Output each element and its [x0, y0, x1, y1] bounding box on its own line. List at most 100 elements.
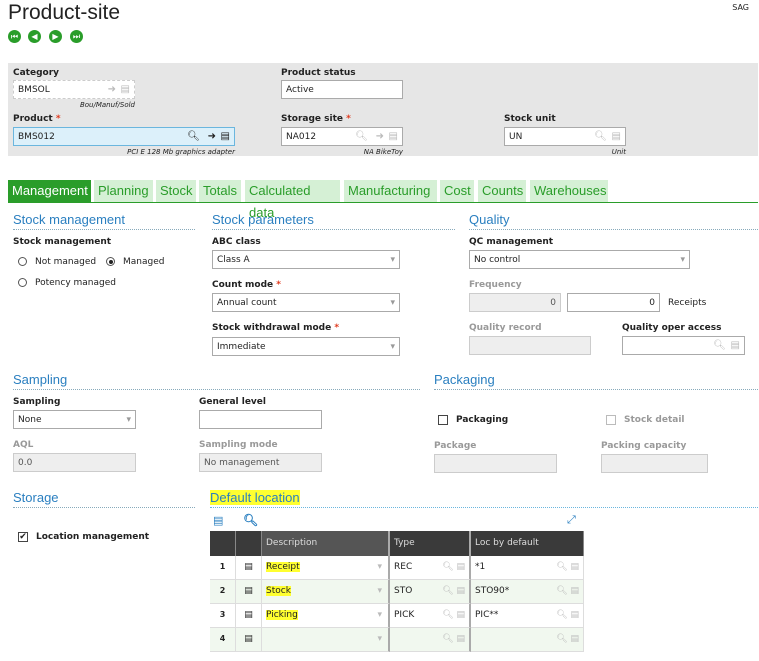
- aql-label: AQL: [13, 440, 34, 450]
- radio-label: Managed: [123, 257, 165, 267]
- product-field[interactable]: BMS012 🔍︎ ➜ ▤: [13, 127, 235, 146]
- loc-cell[interactable]: STO90* 🔍︎ ▤: [471, 580, 584, 604]
- stock-unit-field[interactable]: UN 🔍︎ ▤: [504, 127, 626, 146]
- search-icon[interactable]: 🔍︎: [243, 513, 258, 527]
- row-detail-icon[interactable]: ▤: [236, 556, 262, 580]
- page-title: Product-site: [8, 1, 121, 24]
- detail-icon[interactable]: ▤: [389, 131, 398, 143]
- search-icon[interactable]: 🔍︎ ▤: [442, 586, 465, 596]
- description-cell[interactable]: Receipt ▾: [262, 556, 390, 580]
- tab-management[interactable]: Management: [8, 180, 91, 202]
- tab-stock[interactable]: Stock: [156, 180, 196, 202]
- count-mode-select[interactable]: Annual count: [212, 293, 400, 312]
- search-icon[interactable]: 🔍︎: [594, 131, 607, 143]
- radio-potency-managed[interactable]: [18, 278, 27, 287]
- description-cell[interactable]: ▾: [262, 628, 390, 652]
- type-cell[interactable]: 🔍︎ ▤: [390, 628, 471, 652]
- first-icon[interactable]: ⏮: [8, 30, 21, 43]
- product-status-field[interactable]: Active: [281, 80, 403, 99]
- quality-record-label: Quality record: [469, 323, 542, 333]
- expand-icon[interactable]: ⤢: [567, 513, 576, 527]
- detail-icon[interactable]: ▤: [121, 84, 130, 96]
- required-marker: *: [276, 280, 282, 290]
- frequency-receipts-field[interactable]: 0: [567, 293, 660, 312]
- detail-icon[interactable]: ▤: [731, 340, 740, 352]
- withdrawal-mode-select[interactable]: Immediate: [212, 337, 400, 356]
- divider: [469, 229, 758, 230]
- previous-icon[interactable]: ◀: [28, 30, 41, 43]
- search-icon[interactable]: 🔍︎ ▤: [556, 562, 579, 572]
- qc-management-select[interactable]: No control: [469, 250, 690, 269]
- table-row[interactable]: 3 ▤ Picking ▾ PICK 🔍︎ ▤ PIC** 🔍︎ ▤: [210, 604, 584, 628]
- row-detail-icon[interactable]: ▤: [236, 604, 262, 628]
- tab-cost[interactable]: Cost: [440, 180, 474, 202]
- search-icon[interactable]: 🔍︎ ▤: [442, 634, 465, 644]
- description-value: Stock: [266, 586, 291, 596]
- chevron-down-icon[interactable]: ▾: [377, 634, 382, 644]
- sampling-select[interactable]: None: [13, 410, 136, 429]
- search-icon[interactable]: 🔍︎: [187, 131, 200, 143]
- row-detail-icon[interactable]: ▤: [236, 580, 262, 604]
- type-cell[interactable]: REC 🔍︎ ▤: [390, 556, 471, 580]
- header-type[interactable]: Type: [390, 531, 471, 556]
- loc-cell[interactable]: *1 🔍︎ ▤: [471, 556, 584, 580]
- required-marker: *: [334, 323, 340, 333]
- stock-detail-label: Stock detail: [624, 415, 685, 425]
- aql-field: 0.0: [13, 453, 136, 472]
- category-field[interactable]: BMSOL ➜ ▤: [13, 80, 135, 99]
- next-icon[interactable]: ▶: [49, 30, 62, 43]
- header-num: [210, 531, 236, 556]
- search-icon[interactable]: 🔍︎: [355, 131, 368, 143]
- frequency-label: Frequency: [469, 280, 522, 290]
- search-icon[interactable]: 🔍︎ ▤: [556, 610, 579, 620]
- chevron-down-icon[interactable]: ▾: [377, 586, 382, 596]
- radio-managed[interactable]: [106, 257, 115, 266]
- header-description[interactable]: Description: [262, 531, 390, 556]
- tab-calculated-data[interactable]: Calculated data: [245, 180, 340, 220]
- description-cell[interactable]: Stock ▾: [262, 580, 390, 604]
- loc-cell[interactable]: PIC** 🔍︎ ▤: [471, 604, 584, 628]
- general-level-field[interactable]: [199, 410, 322, 429]
- tab-counts[interactable]: Counts: [478, 180, 526, 202]
- search-icon[interactable]: 🔍︎ ▤: [556, 586, 579, 596]
- type-cell[interactable]: STO 🔍︎ ▤: [390, 580, 471, 604]
- abc-class-select[interactable]: Class A: [212, 250, 400, 269]
- description-cell[interactable]: Picking ▾: [262, 604, 390, 628]
- packaging-checkbox[interactable]: [438, 415, 448, 425]
- search-icon[interactable]: 🔍︎ ▤: [442, 610, 465, 620]
- product-value: BMS012: [18, 132, 55, 142]
- package-field: [434, 454, 557, 473]
- header-loc[interactable]: Loc by default: [471, 531, 584, 556]
- chevron-down-icon[interactable]: ▾: [377, 562, 382, 572]
- last-icon[interactable]: ⏭: [70, 30, 83, 43]
- table-row[interactable]: 1 ▤ Receipt ▾ REC 🔍︎ ▤ *1 🔍︎ ▤: [210, 556, 584, 580]
- storage-site-field[interactable]: NA012 🔍︎ ➜ ▤: [281, 127, 403, 146]
- sampling-label: Sampling: [13, 397, 61, 407]
- row-detail-icon[interactable]: ▤: [236, 628, 262, 652]
- quality-oper-label: Quality oper access: [622, 323, 722, 333]
- tab-totals[interactable]: Totals: [199, 180, 241, 202]
- search-icon[interactable]: 🔍︎: [713, 340, 726, 352]
- link-icon[interactable]: ➜: [208, 131, 216, 143]
- tab-warehouses[interactable]: Warehouses: [530, 180, 608, 202]
- radio-not-managed[interactable]: [18, 257, 27, 266]
- product-label: Product *: [13, 114, 61, 124]
- search-icon[interactable]: 🔍︎ ▤: [556, 634, 579, 644]
- detail-icon[interactable]: ▤: [221, 131, 230, 143]
- stock-detail-checkbox[interactable]: [606, 415, 616, 425]
- chevron-down-icon[interactable]: ▾: [377, 610, 382, 620]
- loc-cell[interactable]: 🔍︎ ▤: [471, 628, 584, 652]
- grid-view-icon[interactable]: ▤: [213, 514, 223, 527]
- quality-oper-field[interactable]: 🔍︎ ▤: [622, 336, 745, 355]
- package-label: Package: [434, 441, 477, 451]
- link-icon[interactable]: ➜: [376, 131, 384, 143]
- tab-manufacturing[interactable]: Manufacturing: [344, 180, 437, 202]
- location-management-checkbox[interactable]: ✔: [18, 532, 28, 542]
- table-row[interactable]: 4 ▤ ▾ 🔍︎ ▤ 🔍︎ ▤: [210, 628, 584, 652]
- tab-planning[interactable]: Planning: [94, 180, 153, 202]
- type-cell[interactable]: PICK 🔍︎ ▤: [390, 604, 471, 628]
- link-icon[interactable]: ➜: [108, 84, 116, 96]
- detail-icon[interactable]: ▤: [612, 131, 621, 143]
- table-row[interactable]: 2 ▤ Stock ▾ STO 🔍︎ ▤ STO90* 🔍︎ ▤: [210, 580, 584, 604]
- search-icon[interactable]: 🔍︎ ▤: [442, 562, 465, 572]
